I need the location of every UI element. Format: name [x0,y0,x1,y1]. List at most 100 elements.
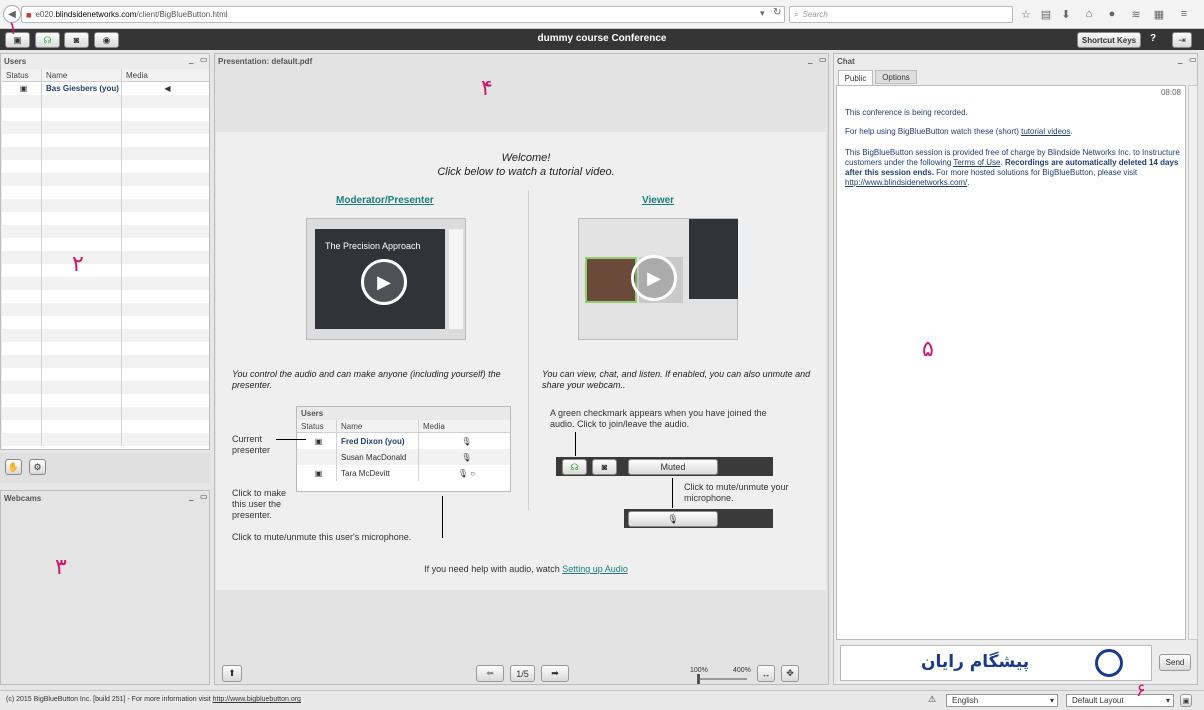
mini-col-status: Status [297,420,337,432]
zoom-max-label: 400% [733,667,751,674]
audio-help-text: If you need help with audio, watch [424,564,560,574]
record-button[interactable]: ◉ [94,32,119,48]
table-row [2,368,209,381]
language-select[interactable]: English ▾ [946,694,1058,707]
mini-col-media: Media [423,421,445,431]
user-settings-button[interactable]: ⚙ [29,459,46,475]
audio-button[interactable]: ☊ [35,32,60,48]
mini-users-title: Users [297,407,510,420]
bookmark-icon[interactable]: ▦ [1153,8,1165,21]
annotation-5: ۵ [922,337,934,362]
fit-width-button[interactable]: ↔ [757,665,775,682]
table-row [2,160,209,173]
dropdown-icon[interactable]: ▾ [760,8,765,19]
previous-slide-button[interactable]: ⬅ [476,665,504,682]
zoom-slider-thumb[interactable] [697,674,700,684]
shortcut-keys-button[interactable]: Shortcut Keys [1077,32,1141,48]
reload-icon[interactable]: ↻ [773,7,781,18]
mic-icon: 🎙 [461,436,472,446]
chat-scrollbar[interactable] [1188,85,1198,640]
mini-user-name: Fred Dixon (you) [337,433,419,449]
viewer-video-thumbnail[interactable]: ▶ [578,218,738,340]
chat-messages: 08:08 This conference is being recorded.… [836,85,1186,640]
maximize-icon[interactable]: ▭ [200,55,208,64]
app-toolbar: ▣ ☊ ◙ ◉ dummy course Conference Shortcut… [0,29,1204,50]
download-icon[interactable]: ⬇ [1060,8,1072,21]
star-icon[interactable]: ☆ [1020,8,1032,21]
help-button[interactable]: ? [1150,33,1156,44]
page-indicator-button[interactable]: 1/5 [510,665,535,682]
presentation-title: Presentation: default.pdf [218,56,313,66]
rss-icon[interactable]: ≋ [1130,8,1142,21]
play-icon[interactable]: ▶ [631,255,677,301]
apply-layout-button[interactable]: ▣ [1180,694,1192,707]
table-row[interactable]: ▣ Bas Giesbers (you) ◀ [2,82,209,95]
table-row [2,407,209,420]
mini-status-empty [297,449,337,465]
search-icon: ⌕ [794,9,799,19]
make-presenter-label: Click to make this user the presenter. [232,488,287,520]
table-row [2,173,209,186]
site-icon: ■ [26,9,32,20]
url-bar[interactable]: ■ e020. blindsidenetworks.com/client/BigB… [21,6,785,23]
col-status[interactable]: Status [2,69,42,81]
moderator-video-thumbnail[interactable]: The Precision Approach ▶ [306,218,466,340]
tutorial-videos-link[interactable]: tutorial videos [1021,127,1070,136]
annotation-1: ۱ [8,18,18,39]
tab-options[interactable]: Options [875,70,917,84]
gear-icon: ⚙ [33,461,42,472]
minimize-icon[interactable]: _ [189,55,193,64]
logout-button[interactable]: ⇥ [1172,32,1192,48]
chevron-down-icon: ▾ [1165,696,1170,705]
terms-of-use-link[interactable]: Terms of Use [953,158,1000,167]
logo-circle-icon [1095,649,1123,677]
next-slide-button[interactable]: ➡ [541,665,569,682]
maximize-icon[interactable]: ▭ [1189,55,1197,64]
search-input[interactable]: ⌕ Search [789,6,1013,23]
minimize-icon[interactable]: _ [1178,55,1182,64]
annotation-6: ۶ [1136,680,1146,701]
clipboard-icon[interactable]: ▤ [1040,8,1052,21]
video-title: The Precision Approach [325,241,421,251]
send-button[interactable]: Send [1159,654,1191,671]
chevron-down-icon: ▾ [1049,696,1054,705]
slide-welcome: Welcome! [501,152,551,164]
webcams-window: Webcams _ ▭ [0,490,210,685]
upload-icon: ⬆ [228,668,236,678]
play-icon[interactable]: ▶ [361,259,407,305]
home-icon[interactable]: ⌂ [1083,8,1095,20]
col-media[interactable]: Media [122,69,209,81]
audio-help-link[interactable]: Setting up Audio [562,564,628,574]
chat-bubble-icon[interactable]: ● [1106,8,1118,20]
zoom-slider[interactable] [697,674,747,684]
raise-hand-button[interactable]: ✋ [5,459,22,475]
maximize-icon[interactable]: ▭ [200,492,208,501]
presenter-icon: ▣ [297,433,337,449]
blindside-link[interactable]: http://www.blindsidenetworks.com/ [845,178,967,187]
col-name[interactable]: Name [42,69,122,81]
maximize-icon[interactable]: ▭ [819,55,827,64]
warning-icon[interactable]: ⚠ [928,694,936,705]
minimize-icon[interactable]: _ [189,492,193,501]
chat-message-3: This BigBlueButton session is provided f… [845,148,1180,187]
sidebar-strip [449,229,463,329]
bbb-link[interactable]: http://www.bigbluebutton.org [213,696,301,703]
chat-timestamp: 08:08 [1160,88,1181,97]
viewer-desc: You can view, chat, and listen. If enabl… [542,369,811,390]
layout-select[interactable]: Default Layout ▾ [1066,694,1174,707]
viewer-link[interactable]: Viewer [642,195,674,206]
mic-icon: 🎙 [628,511,718,527]
menu-icon[interactable]: ≡ [1178,8,1190,20]
minimize-icon[interactable]: _ [808,55,812,64]
chat-message-2-text: For help using BigBlueButton watch these… [845,127,1019,136]
upload-button[interactable]: ⬆ [222,665,242,682]
table-row [2,147,209,160]
chat-input[interactable]: پیشگام رایان [840,645,1152,681]
table-row [2,316,209,329]
mini-users-window: Users Status Name Media ▣ Fred Dixon (yo… [296,406,511,492]
moderator-link[interactable]: Moderator/Presenter [336,195,434,206]
webcam-button[interactable]: ◙ [64,32,89,48]
mini-user-name: Susan MacDonald [337,449,419,465]
fit-page-button[interactable]: ✥ [781,665,799,682]
tab-public[interactable]: Public [838,70,873,85]
